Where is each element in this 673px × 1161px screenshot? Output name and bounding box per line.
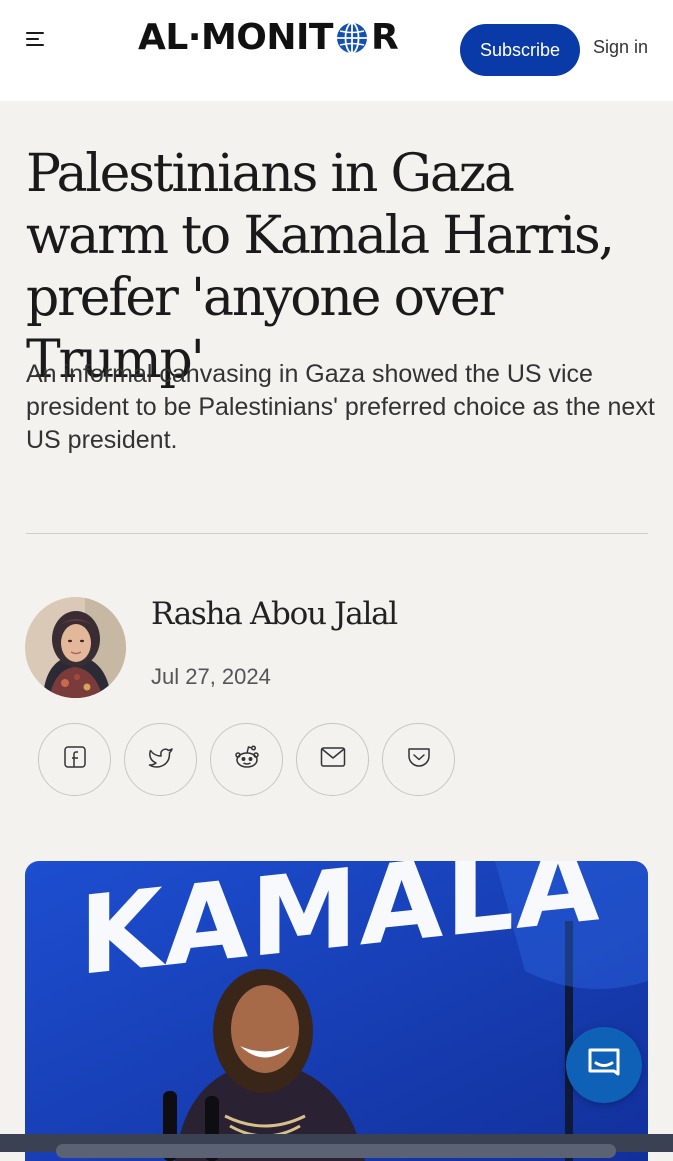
facebook-share-button[interactable] — [38, 723, 111, 796]
reddit-icon — [234, 745, 260, 774]
author-name[interactable]: Rasha Abou Jalal — [151, 596, 398, 632]
twitter-icon — [148, 745, 174, 774]
pocket-share-button[interactable] — [382, 723, 455, 796]
twitter-share-button[interactable] — [124, 723, 197, 796]
article-dek: An informal canvasing in Gaza showed the… — [26, 360, 655, 454]
globe-icon — [335, 21, 369, 55]
hero-image: KAMALA — [25, 861, 648, 1161]
author-avatar[interactable] — [25, 597, 126, 698]
browser-bottom-bar — [0, 1134, 673, 1158]
divider — [26, 533, 648, 534]
site-header: AL·MONIT R Subscribe Sign in — [0, 0, 673, 101]
chat-bubble-icon — [586, 1046, 622, 1085]
publish-date: Jul 27, 2024 — [151, 664, 271, 689]
subscribe-button[interactable]: Subscribe — [460, 24, 580, 76]
email-share-button[interactable] — [296, 723, 369, 796]
article-headline: Palestinians in Gaza warm to Kamala Harr… — [26, 144, 615, 390]
hamburger-menu-icon[interactable] — [26, 32, 44, 46]
sign-in-link[interactable]: Sign in — [593, 37, 648, 58]
logo-text-right: R — [370, 16, 399, 58]
url-bar[interactable] — [56, 1144, 616, 1158]
reddit-share-button[interactable] — [210, 723, 283, 796]
facebook-icon — [63, 745, 87, 774]
chat-launcher-button[interactable] — [566, 1027, 642, 1103]
mail-icon — [320, 746, 346, 773]
site-logo[interactable]: AL·MONIT R — [138, 12, 399, 62]
share-buttons — [38, 723, 455, 796]
logo-text-left: AL·MONIT — [138, 16, 333, 58]
pocket-icon — [407, 746, 431, 773]
